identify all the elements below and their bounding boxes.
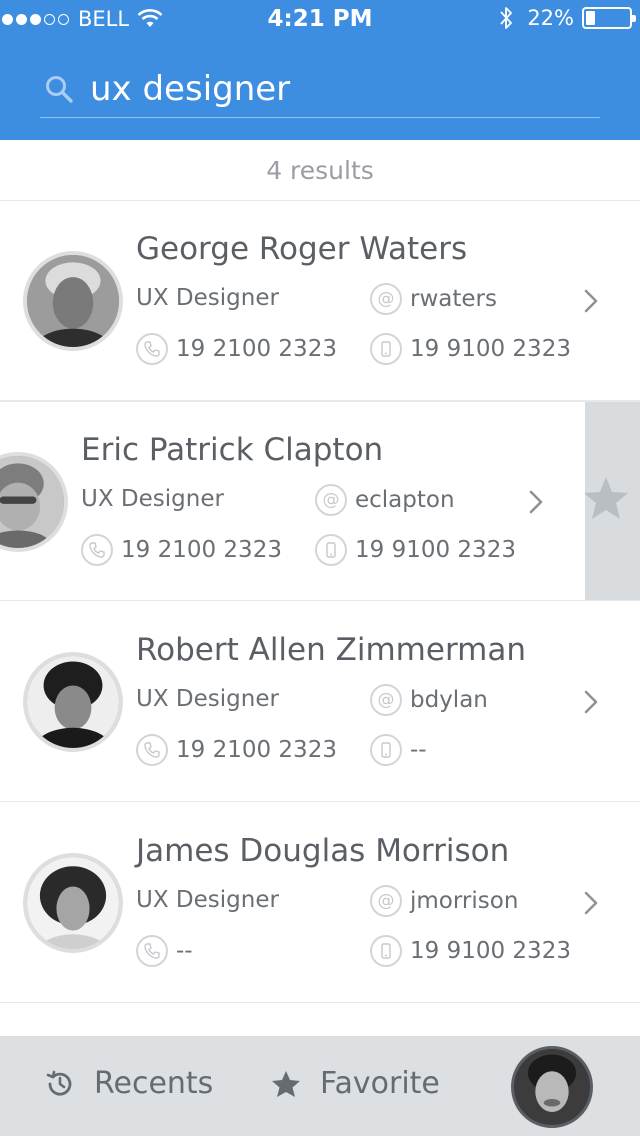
chevron-right-icon[interactable] [580, 688, 602, 716]
search-input[interactable] [90, 64, 590, 114]
profile-avatar[interactable] [511, 1046, 593, 1128]
contact-name: Robert Allen Zimmerman [136, 632, 526, 668]
contact-mobile[interactable]: 19 9100 2323 [370, 935, 571, 967]
chevron-right-icon[interactable] [580, 889, 602, 917]
contact-mobile[interactable]: 19 9100 2323 [315, 534, 516, 566]
contact-mobile[interactable]: -- [370, 734, 427, 766]
phone-text: 19 2100 2323 [176, 336, 337, 362]
search-bar[interactable] [40, 58, 600, 118]
contact-phone[interactable]: 19 2100 2323 [136, 734, 337, 766]
contact-role: UX Designer [81, 486, 224, 512]
bluetooth-icon [500, 7, 513, 29]
mobile-text: -- [410, 737, 427, 763]
mobile-icon [370, 734, 402, 766]
contact-name: James Douglas Morrison [136, 833, 510, 869]
handle-text: rwaters [410, 286, 497, 312]
contact-role: UX Designer [136, 686, 279, 712]
at-icon: @ [370, 684, 402, 716]
phone-icon [136, 935, 168, 967]
mobile-text: 19 9100 2323 [410, 336, 571, 362]
avatar [23, 251, 123, 351]
contact-role: UX Designer [136, 285, 279, 311]
contact-row[interactable]: Robert Allen Zimmerman UX Designer @ bdy… [0, 602, 640, 802]
at-icon: @ [315, 484, 347, 516]
handle-text: jmorrison [410, 888, 519, 914]
history-icon [46, 1070, 72, 1096]
tab-recents-label: Recents [94, 1066, 214, 1101]
handle-text: bdylan [410, 687, 488, 713]
header: BELL 4:21 PM 22% [0, 0, 640, 140]
contact-phone[interactable]: 19 2100 2323 [136, 333, 337, 365]
contact-handle[interactable]: @ jmorrison [370, 885, 518, 917]
mobile-icon [370, 935, 402, 967]
phone-text: -- [176, 938, 193, 964]
battery-percent: 22% [527, 6, 574, 30]
battery-icon [582, 7, 636, 29]
at-icon: @ [370, 885, 402, 917]
handle-text: eclapton [355, 487, 455, 513]
mobile-text: 19 9100 2323 [355, 537, 516, 563]
results-count: 4 results [0, 140, 640, 201]
chevron-right-icon[interactable] [525, 488, 547, 516]
star-icon [584, 477, 628, 519]
star-icon [272, 1070, 300, 1097]
contact-row[interactable]: James Douglas Morrison UX Designer @ jmo… [0, 803, 640, 1003]
mobile-icon [370, 333, 402, 365]
tab-favorite-label: Favorite [320, 1066, 440, 1101]
contact-phone[interactable]: -- [136, 935, 193, 967]
avatar [23, 652, 123, 752]
phone-text: 19 2100 2323 [121, 537, 282, 563]
contact-phone[interactable]: 19 2100 2323 [81, 534, 282, 566]
favorite-action[interactable] [584, 402, 640, 600]
search-icon [46, 76, 73, 103]
phone-icon [136, 734, 168, 766]
contact-row[interactable]: George Roger Waters UX Designer @ rwater… [0, 201, 640, 401]
status-bar: BELL 4:21 PM 22% [0, 0, 640, 40]
chevron-right-icon[interactable] [580, 287, 602, 315]
phone-icon [81, 534, 113, 566]
mobile-text: 19 9100 2323 [410, 938, 571, 964]
contact-handle[interactable]: @ rwaters [370, 283, 497, 315]
tab-recents[interactable]: Recents [44, 1066, 213, 1101]
mobile-icon [315, 534, 347, 566]
phone-icon [136, 333, 168, 365]
contact-row[interactable]: Eric Patrick Clapton UX Designer @ eclap… [0, 401, 640, 601]
contact-role: UX Designer [136, 887, 279, 913]
tab-bar: Recents Favorite [0, 1036, 640, 1136]
contact-handle[interactable]: @ bdylan [370, 684, 488, 716]
contact-handle[interactable]: @ eclapton [315, 484, 455, 516]
avatar [23, 853, 123, 953]
tab-favorite[interactable]: Favorite [270, 1066, 440, 1101]
contact-name: George Roger Waters [136, 231, 468, 267]
contact-name: Eric Patrick Clapton [81, 432, 384, 468]
avatar [0, 452, 68, 552]
phone-text: 19 2100 2323 [176, 737, 337, 763]
at-icon: @ [370, 283, 402, 315]
contact-mobile[interactable]: 19 9100 2323 [370, 333, 571, 365]
